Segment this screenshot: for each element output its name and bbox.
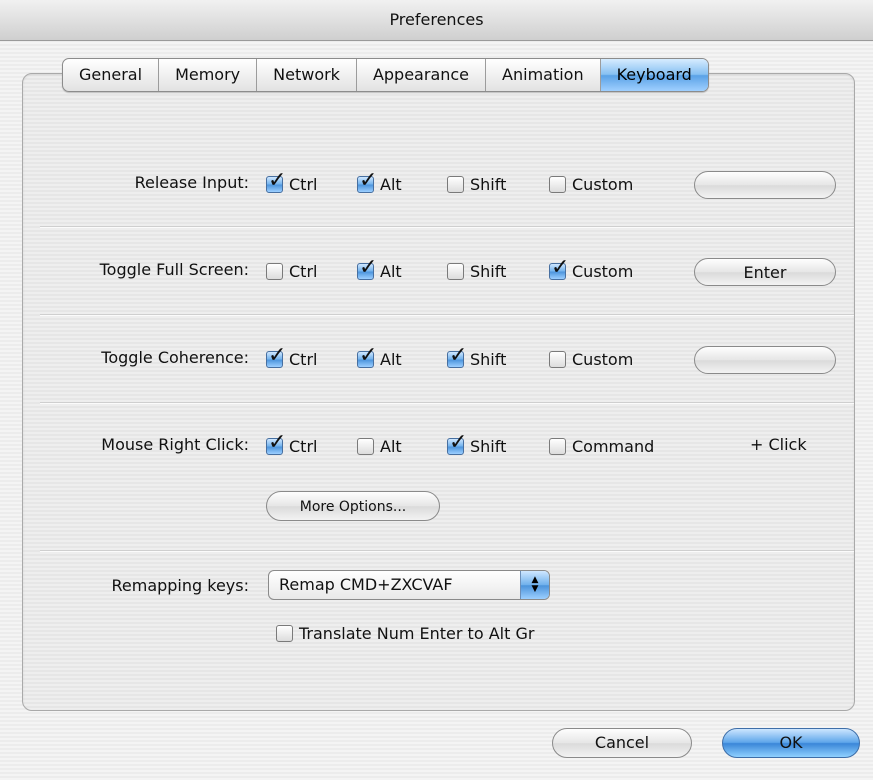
tab-appearance[interactable]: Appearance	[357, 59, 487, 91]
checkmark-icon: ✓	[359, 167, 378, 193]
toggle-full-screen-alt-checkbox[interactable]: ✓ Alt	[357, 256, 402, 282]
toggle-coherence-row: Toggle Coherence: ✓ Ctrl ✓ Alt ✓ Shift Cust…	[0, 338, 873, 378]
mouse-right-click-ctrl-checkbox[interactable]: ✓ Ctrl	[266, 431, 318, 457]
tab-general[interactable]: General	[63, 59, 160, 91]
checkbox-box: ✓	[266, 344, 286, 368]
divider	[40, 226, 854, 228]
checkbox-box	[447, 262, 464, 280]
tab-keyboard[interactable]: Keyboard	[600, 59, 708, 91]
checkbox-label: Ctrl	[289, 349, 318, 369]
divider	[40, 402, 854, 404]
checkbox-box: ✓	[357, 256, 377, 280]
checkbox-label: Alt	[380, 436, 402, 456]
checkbox-box: ✓	[357, 344, 377, 368]
checkbox-label: Custom	[572, 261, 634, 281]
toggle-full-screen-custom-checkbox[interactable]: ✓ Custom	[549, 256, 634, 282]
checkbox-label: Shift	[470, 174, 507, 194]
release-input-key-button[interactable]	[694, 171, 836, 199]
ok-button[interactable]: OK	[722, 728, 860, 758]
translate-num-enter-checkbox[interactable]: Translate Num Enter to Alt Gr	[276, 622, 534, 644]
toggle-coherence-alt-checkbox[interactable]: ✓ Alt	[357, 344, 402, 370]
checkmark-icon: ✓	[268, 429, 287, 455]
divider	[40, 314, 854, 316]
checkbox-label: Alt	[380, 349, 402, 369]
release-input-shift-checkbox[interactable]: Shift	[447, 173, 506, 195]
mouse-right-click-command-checkbox[interactable]: Command	[549, 435, 654, 457]
tab-animation[interactable]: Animation	[486, 59, 601, 91]
remapping-select-value: Remap CMD+ZXCVAF	[279, 575, 453, 594]
checkbox-box	[549, 175, 566, 193]
mouse-right-click-row: Mouse Right Click: ✓ Ctrl Alt ✓ Shift Comm…	[0, 425, 873, 465]
checkbox-box	[276, 624, 293, 642]
checkbox-box: ✓	[447, 431, 467, 455]
up-down-arrows-icon: ▲ ▼	[520, 571, 549, 599]
toggle-coherence-label: Toggle Coherence:	[101, 348, 249, 367]
checkbox-label: Custom	[572, 174, 634, 194]
checkmark-icon: ✓	[449, 342, 468, 368]
plus-click-label: + Click	[750, 435, 807, 454]
checkmark-icon: ✓	[551, 254, 570, 280]
checkmark-icon: ✓	[449, 429, 468, 455]
checkbox-box	[549, 437, 566, 455]
checkbox-label: Alt	[380, 261, 402, 281]
toggle-full-screen-row: Toggle Full Screen: Ctrl ✓ Alt Shift ✓ Cus…	[0, 250, 873, 290]
checkbox-box	[357, 437, 374, 455]
checkbox-label: Ctrl	[289, 261, 318, 281]
divider	[40, 550, 854, 552]
mouse-right-click-alt-checkbox[interactable]: Alt	[357, 435, 402, 457]
checkbox-label: Shift	[470, 436, 507, 456]
checkmark-icon: ✓	[359, 342, 378, 368]
release-input-label: Release Input:	[134, 173, 249, 192]
checkbox-label: Shift	[470, 349, 507, 369]
mouse-right-click-label: Mouse Right Click:	[101, 435, 249, 454]
checkbox-label: Translate Num Enter to Alt Gr	[299, 623, 535, 643]
release-input-ctrl-checkbox[interactable]: ✓ Ctrl	[266, 169, 318, 195]
toggle-full-screen-shift-checkbox[interactable]: Shift	[447, 260, 506, 282]
tab-memory[interactable]: Memory	[159, 59, 258, 91]
checkbox-box	[266, 262, 283, 280]
toggle-coherence-ctrl-checkbox[interactable]: ✓ Ctrl	[266, 344, 318, 370]
checkbox-label: Custom	[572, 349, 634, 369]
more-options-button[interactable]: More Options...	[266, 491, 440, 521]
release-input-alt-checkbox[interactable]: ✓ Alt	[357, 169, 402, 195]
toggle-coherence-key-button[interactable]	[694, 346, 836, 374]
toggle-full-screen-ctrl-checkbox[interactable]: Ctrl	[266, 260, 317, 282]
tab-network[interactable]: Network	[257, 59, 357, 91]
checkbox-box	[447, 175, 464, 193]
checkbox-box: ✓	[266, 431, 286, 455]
checkbox-label: Alt	[380, 174, 402, 194]
toggle-full-screen-label: Toggle Full Screen:	[99, 260, 249, 279]
checkbox-box: ✓	[549, 256, 569, 280]
checkmark-icon: ✓	[359, 254, 378, 280]
release-input-row: Release Input: ✓ Ctrl ✓ Alt Shift Custom	[0, 163, 873, 203]
checkmark-icon: ✓	[268, 167, 287, 193]
checkbox-box: ✓	[266, 169, 286, 193]
checkbox-label: Command	[572, 436, 655, 456]
remapping-label: Remapping keys:	[111, 576, 249, 595]
checkbox-box	[549, 350, 566, 368]
toggle-full-screen-key-button[interactable]: Enter	[694, 258, 836, 286]
mouse-right-click-shift-checkbox[interactable]: ✓ Shift	[447, 431, 507, 457]
checkbox-label: Ctrl	[289, 436, 318, 456]
window-title: Preferences	[0, 0, 873, 41]
checkbox-box: ✓	[447, 344, 467, 368]
toggle-coherence-shift-checkbox[interactable]: ✓ Shift	[447, 344, 507, 370]
checkbox-label: Ctrl	[289, 174, 318, 194]
toggle-coherence-custom-checkbox[interactable]: Custom	[549, 348, 633, 370]
cancel-button[interactable]: Cancel	[552, 728, 692, 758]
checkmark-icon: ✓	[268, 342, 287, 368]
tab-bar: General Memory Network Appearance Animat…	[62, 58, 709, 92]
release-input-custom-checkbox[interactable]: Custom	[549, 173, 633, 195]
checkbox-box: ✓	[357, 169, 377, 193]
checkbox-label: Shift	[470, 261, 507, 281]
remapping-select[interactable]: Remap CMD+ZXCVAF ▲ ▼	[268, 570, 550, 600]
